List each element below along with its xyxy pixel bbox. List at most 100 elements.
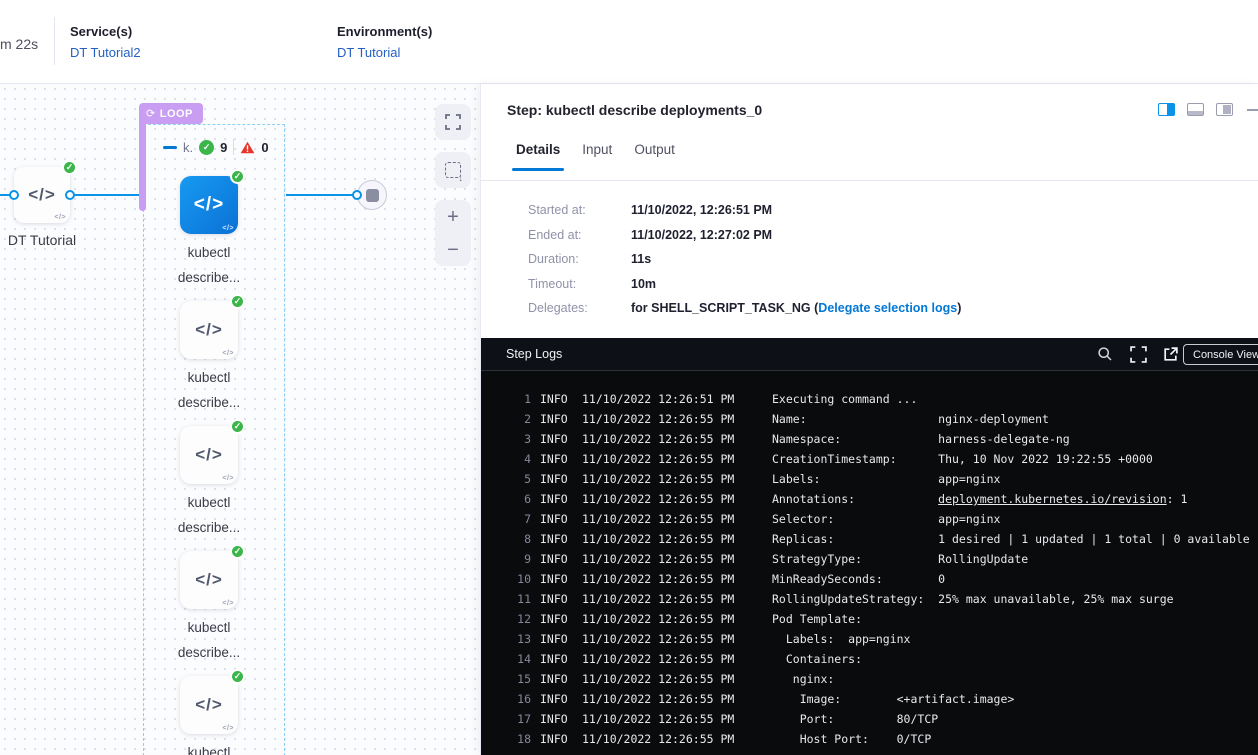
log-message: Annotations: deployment.kubernetes.io/re…	[772, 492, 1187, 506]
log-line: 4INFO11/10/2022 12:26:55 PMCreationTimes…	[481, 449, 1258, 469]
screen: m 22s Service(s) DT Tutorial2 Environmen…	[0, 0, 1258, 755]
execution-header: m 22s Service(s) DT Tutorial2 Environmen…	[0, 0, 1258, 84]
execution-elapsed: m 22s	[0, 36, 38, 52]
stage-node-dt-tutorial[interactable]: </> </> ✓	[14, 167, 70, 223]
log-message: Selector: app=nginx	[772, 512, 1000, 526]
step-node-label: kubectl describe...	[139, 240, 279, 290]
node-port[interactable]	[65, 190, 75, 200]
log-message: MinReadySeconds: 0	[772, 572, 945, 586]
log-message: Containers:	[772, 652, 862, 666]
step-label-line1: kubectl	[188, 620, 231, 635]
log-message: Host Port: 0/TCP	[772, 732, 931, 746]
log-link[interactable]: deployment.kubernetes.io/revision	[938, 492, 1166, 506]
log-line-number: 11	[493, 592, 531, 606]
console-view-button[interactable]: Console View	[1183, 344, 1258, 365]
log-level: INFO	[540, 472, 582, 486]
step-node[interactable]: </></>✓	[180, 301, 238, 359]
tab-details[interactable]: Details	[516, 142, 560, 171]
edge-line	[286, 194, 354, 196]
script-type-icon: </>	[222, 600, 234, 607]
detail-value: 11/10/2022, 12:27:02 PM	[631, 228, 772, 242]
script-type-icon: </>	[54, 214, 66, 221]
detail-value: 10m	[631, 277, 656, 291]
log-message: Name: nginx-deployment	[772, 412, 1049, 426]
log-line: 9INFO11/10/2022 12:26:55 PMStrategyType:…	[481, 549, 1258, 569]
log-level: INFO	[540, 712, 582, 726]
log-line-number: 8	[493, 532, 531, 546]
log-line-number: 1	[493, 392, 531, 406]
success-badge-icon: ✓	[230, 294, 245, 309]
log-level: INFO	[540, 572, 582, 586]
tabs-divider	[481, 180, 1258, 181]
log-level: INFO	[540, 672, 582, 686]
collapse-group-icon[interactable]	[163, 146, 177, 149]
environments-label: Environment(s)	[337, 24, 432, 39]
loop-badge-label: LOOP	[160, 108, 193, 120]
marquee-select-button[interactable]	[435, 152, 471, 188]
layout-docked-icon[interactable]	[1216, 103, 1233, 116]
step-node[interactable]: </></>✓	[180, 426, 238, 484]
success-badge-icon: ✓	[230, 669, 245, 684]
log-level: INFO	[540, 592, 582, 606]
group-name: k.	[183, 140, 193, 155]
log-timestamp: 11/10/2022 12:26:55 PM	[582, 472, 772, 486]
step-label-line1: kubectl	[188, 245, 231, 260]
success-badge-icon: ✓	[230, 419, 245, 434]
script-type-icon: </>	[222, 350, 234, 357]
stage-node-label: DT Tutorial	[0, 232, 102, 248]
step-logs-output[interactable]: 1INFO11/10/2022 12:26:51 PMExecuting com…	[481, 371, 1258, 755]
log-line-number: 6	[493, 492, 531, 506]
log-level: INFO	[540, 732, 582, 746]
node-port[interactable]	[352, 190, 362, 200]
step-node-label: kubectldescribe...	[139, 365, 279, 415]
detail-row: Duration:11s	[528, 247, 961, 272]
delegate-selection-logs-link[interactable]: Delegate selection logs	[818, 301, 957, 315]
success-badge-icon: ✓	[62, 160, 77, 175]
layout-split-right-icon[interactable]	[1158, 103, 1175, 116]
step-label-line2: describe...	[178, 645, 240, 660]
step-node-selected[interactable]: </></>✓	[180, 176, 238, 234]
loop-badge: ⟳ LOOP	[139, 103, 203, 124]
detail-label: Ended at:	[528, 228, 631, 242]
minimize-icon[interactable]	[1247, 109, 1258, 111]
zoom-in-button[interactable]: +	[435, 200, 471, 233]
zoom-out-button[interactable]: −	[435, 233, 471, 266]
log-timestamp: 11/10/2022 12:26:55 PM	[582, 532, 772, 546]
log-line-number: 2	[493, 412, 531, 426]
log-line-number: 14	[493, 652, 531, 666]
success-count-icon: ✓	[199, 140, 214, 155]
log-level: INFO	[540, 612, 582, 626]
tab-output[interactable]: Output	[634, 142, 675, 171]
edge-line	[74, 194, 140, 196]
step-title: Step: kubectl describe deployments_0	[507, 102, 762, 118]
log-message: Replicas: 1 desired | 1 updated | 1 tota…	[772, 532, 1250, 546]
layout-split-bottom-icon[interactable]	[1187, 103, 1204, 116]
log-timestamp: 11/10/2022 12:26:55 PM	[582, 412, 772, 426]
log-message: Port: 80/TCP	[772, 712, 938, 726]
service-link[interactable]: DT Tutorial2	[70, 45, 141, 60]
step-label-line1: kubectl	[188, 370, 231, 385]
open-external-icon[interactable]	[1162, 346, 1179, 363]
log-level: INFO	[540, 632, 582, 646]
log-timestamp: 11/10/2022 12:26:55 PM	[582, 712, 772, 726]
code-icon: </>	[195, 445, 223, 465]
search-icon[interactable]	[1097, 346, 1113, 362]
script-type-icon: </>	[222, 475, 234, 482]
step-node[interactable]: </></>✓	[180, 676, 238, 734]
log-level: INFO	[540, 452, 582, 466]
environment-link[interactable]: DT Tutorial	[337, 45, 432, 60]
step-label-line1: kubectl	[188, 745, 231, 755]
fullscreen-button[interactable]	[435, 104, 471, 140]
pipeline-canvas[interactable]: </> </> ✓ DT Tutorial ⟳ LOOP k. ✓ 9 0 </…	[0, 84, 482, 755]
step-label-line2: describe...	[178, 270, 240, 285]
log-timestamp: 11/10/2022 12:26:55 PM	[582, 552, 772, 566]
node-port[interactable]	[9, 190, 19, 200]
log-line-number: 12	[493, 612, 531, 626]
log-line-number: 15	[493, 672, 531, 686]
step-node[interactable]: </></>✓	[180, 551, 238, 609]
step-logs-section: Step Logs Console View 1INFO11/10/2022 1…	[481, 338, 1258, 755]
tab-input[interactable]: Input	[582, 142, 612, 171]
log-level: INFO	[540, 552, 582, 566]
log-line: 5INFO11/10/2022 12:26:55 PMLabels: app=n…	[481, 469, 1258, 489]
expand-fullscreen-icon[interactable]	[1130, 346, 1147, 363]
